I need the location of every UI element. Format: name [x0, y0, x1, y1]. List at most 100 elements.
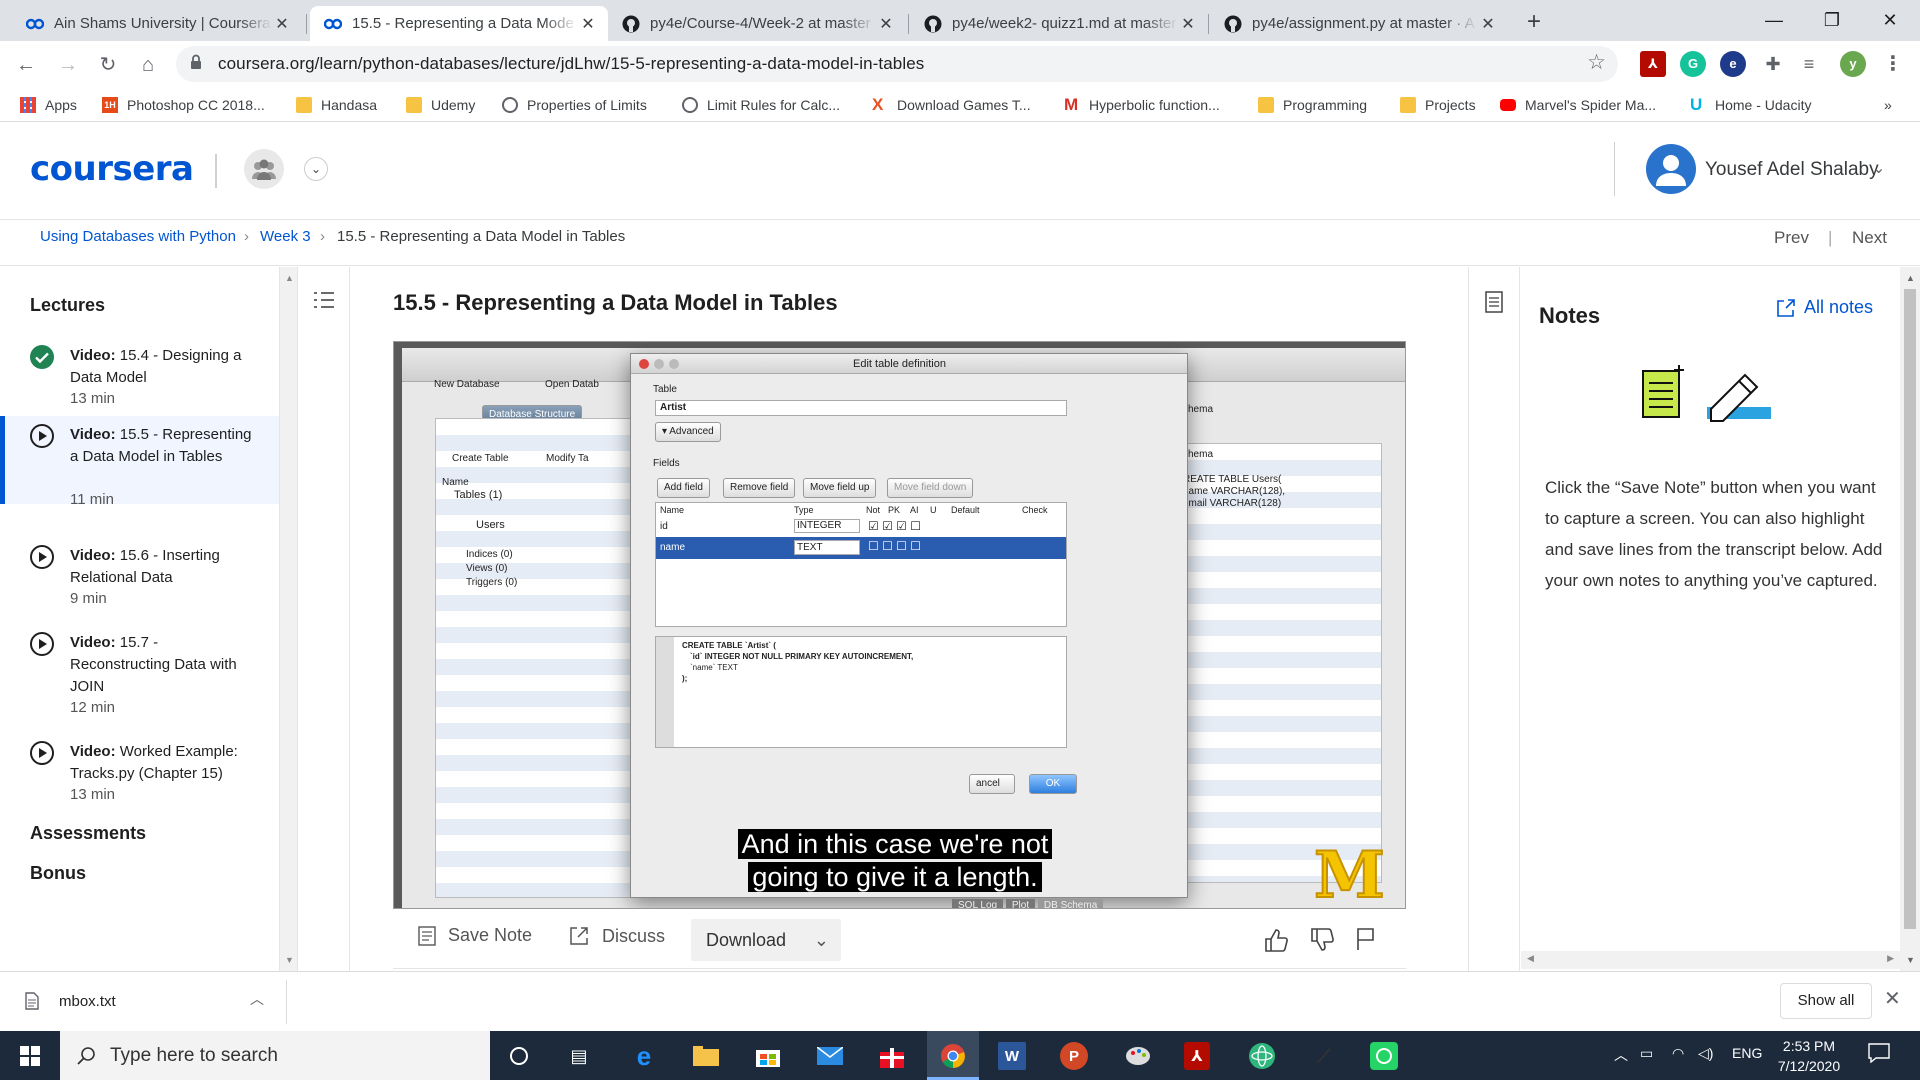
- paint-icon[interactable]: [1122, 1040, 1154, 1072]
- bookmark-item[interactable]: Properties of Limits: [502, 95, 647, 115]
- wifi-icon[interactable]: ◠: [1672, 1045, 1684, 1062]
- bookmark-item[interactable]: Udemy: [406, 95, 475, 115]
- gift-app-icon[interactable]: [876, 1040, 908, 1072]
- address-bar[interactable]: coursera.org/learn/python-databases/lect…: [176, 46, 1618, 82]
- grammarly-extension-icon[interactable]: G: [1680, 51, 1706, 77]
- notes-toggle-icon[interactable]: [1485, 291, 1503, 318]
- back-icon[interactable]: ←: [10, 49, 42, 81]
- bookmark-item[interactable]: Projects: [1400, 95, 1476, 115]
- action-center-icon[interactable]: [1868, 1043, 1890, 1066]
- chevron-down-icon[interactable]: ⌄: [304, 157, 328, 181]
- scroll-down-icon[interactable]: ▼: [285, 955, 294, 965]
- browser-tab[interactable]: py4e/Course-4/Week-2 at master ✕: [608, 6, 906, 41]
- chevron-up-icon[interactable]: ︿: [1614, 1045, 1628, 1065]
- scroll-up-icon[interactable]: ▲: [1906, 273, 1915, 283]
- prev-link[interactable]: Prev: [1774, 228, 1809, 248]
- new-tab-button[interactable]: +: [1520, 9, 1548, 37]
- bookmark-item[interactable]: Marvel's Spider Ma...: [1500, 95, 1656, 115]
- acrobat-icon[interactable]: ⅄: [1184, 1042, 1210, 1070]
- atom-icon[interactable]: [1246, 1040, 1278, 1072]
- thumbs-down-icon[interactable]: [1309, 927, 1347, 953]
- close-tab-icon[interactable]: ✕: [876, 14, 896, 34]
- maximize-button[interactable]: ❐: [1810, 4, 1854, 36]
- chrome-icon[interactable]: [937, 1040, 969, 1072]
- lecture-item[interactable]: Video: 15.6 - Inserting Relational Data …: [0, 537, 279, 607]
- windows-start-button[interactable]: [0, 1031, 60, 1080]
- assessments-link[interactable]: Assessments: [30, 823, 146, 844]
- chevron-up-icon[interactable]: ︿: [250, 989, 264, 1009]
- forward-icon[interactable]: →: [52, 49, 84, 81]
- lecture-item[interactable]: Video: Worked Example: Tracks.py (Chapte…: [0, 733, 279, 813]
- home-icon[interactable]: ⌂: [132, 49, 164, 81]
- edge-icon[interactable]: e: [628, 1040, 660, 1072]
- bonus-link[interactable]: Bonus: [30, 863, 86, 884]
- notes-horizontal-scrollbar[interactable]: ◀ ▶: [1521, 951, 1900, 969]
- bookmark-item[interactable]: Limit Rules for Calc...: [682, 95, 840, 115]
- taskbar-search[interactable]: Type here to search: [60, 1031, 490, 1080]
- scroll-down-icon[interactable]: ▼: [1906, 955, 1915, 965]
- cortana-icon[interactable]: [503, 1040, 535, 1072]
- language-indicator[interactable]: ENG: [1732, 1045, 1762, 1061]
- thumbs-up-icon[interactable]: [1263, 927, 1301, 953]
- task-view-icon[interactable]: ▤: [563, 1040, 595, 1072]
- sidebar-scrollbar[interactable]: ▲ ▼: [280, 267, 298, 971]
- minimize-button[interactable]: —: [1752, 4, 1796, 36]
- download-dropdown[interactable]: Download ⌄: [691, 919, 841, 961]
- list-toggle-icon[interactable]: [313, 289, 335, 316]
- puzzle-extensions-icon[interactable]: ✚: [1760, 51, 1786, 77]
- bookmark-star-icon[interactable]: ☆: [1587, 50, 1606, 75]
- save-note-button[interactable]: Save Note: [418, 925, 532, 946]
- video-player[interactable]: New Database Open Datab Database Structu…: [393, 341, 1406, 909]
- coursera-logo[interactable]: coursera: [30, 149, 194, 189]
- group-icon[interactable]: [244, 149, 284, 189]
- close-shelf-icon[interactable]: ✕: [1884, 986, 1901, 1011]
- next-link[interactable]: Next: [1852, 228, 1887, 248]
- mail-icon[interactable]: [814, 1040, 846, 1072]
- pycharm-icon[interactable]: ⟋: [1308, 1040, 1340, 1072]
- bookmark-item[interactable]: Handasa: [296, 95, 377, 115]
- user-name[interactable]: Yousef Adel Shalaby: [1705, 159, 1879, 181]
- scroll-thumb[interactable]: [1904, 289, 1916, 929]
- word-icon[interactable]: W: [998, 1042, 1026, 1070]
- bookmark-item[interactable]: 1H Photoshop CC 2018...: [102, 95, 265, 115]
- battery-icon[interactable]: ▭: [1640, 1045, 1653, 1062]
- browser-tab-active[interactable]: 15.5 - Representing a Data Mode ✕: [310, 6, 608, 41]
- all-notes-link[interactable]: All notes: [1776, 297, 1873, 318]
- close-tab-icon[interactable]: ✕: [1178, 14, 1198, 34]
- download-item[interactable]: mbox.txt: [25, 992, 116, 1010]
- lecture-item-active[interactable]: Video: 15.5 - Representing a Data Model …: [0, 416, 279, 508]
- browser-tab[interactable]: py4e/week2- quizz1.md at master ✕: [910, 6, 1208, 41]
- profile-avatar[interactable]: y: [1840, 51, 1866, 77]
- media-queue-icon[interactable]: ≡: [1796, 51, 1822, 77]
- close-tab-icon[interactable]: ✕: [578, 14, 598, 34]
- lecture-item[interactable]: Video: 15.7 - Reconstructing Data with J…: [0, 624, 279, 716]
- breadcrumb-week[interactable]: Week 3: [260, 228, 311, 245]
- pdf-extension-icon[interactable]: ⅄: [1640, 51, 1666, 77]
- flag-icon[interactable]: [1355, 927, 1389, 951]
- bookmark-item[interactable]: U Home - Udacity: [1690, 95, 1811, 115]
- file-explorer-icon[interactable]: [690, 1040, 722, 1072]
- clock[interactable]: 2:53 PM 7/12/2020: [1764, 1036, 1854, 1076]
- browser-tab[interactable]: Ain Shams University | Coursera ✕: [12, 6, 302, 41]
- close-tab-icon[interactable]: ✕: [1478, 14, 1498, 34]
- scroll-left-icon[interactable]: ◀: [1527, 953, 1534, 964]
- chevron-down-icon[interactable]: ⌄: [1872, 158, 1885, 178]
- close-window-button[interactable]: ✕: [1868, 4, 1912, 36]
- powerpoint-icon[interactable]: P: [1060, 1042, 1088, 1070]
- bookmark-item[interactable]: X Download Games T...: [872, 95, 1031, 115]
- bookmarks-overflow-icon[interactable]: »: [1884, 95, 1892, 115]
- browser-menu-icon[interactable]: ⋮: [1880, 51, 1906, 77]
- notes-scrollbar[interactable]: ▲ ▼: [1900, 267, 1920, 971]
- browser-tab[interactable]: py4e/assignment.py at master · A ✕: [1210, 6, 1508, 41]
- bookmark-apps[interactable]: Apps: [20, 95, 77, 115]
- extension-icon[interactable]: e: [1720, 51, 1746, 77]
- whatsapp-icon[interactable]: [1370, 1042, 1398, 1070]
- bookmark-item[interactable]: Programming: [1258, 95, 1367, 115]
- volume-icon[interactable]: ◁): [1698, 1045, 1713, 1062]
- breadcrumb-course[interactable]: Using Databases with Python: [40, 228, 236, 245]
- scroll-right-icon[interactable]: ▶: [1887, 953, 1894, 964]
- reload-icon[interactable]: ↻: [92, 49, 124, 81]
- store-icon[interactable]: [752, 1040, 784, 1072]
- show-all-button[interactable]: Show all: [1780, 983, 1872, 1019]
- close-tab-icon[interactable]: ✕: [272, 14, 292, 34]
